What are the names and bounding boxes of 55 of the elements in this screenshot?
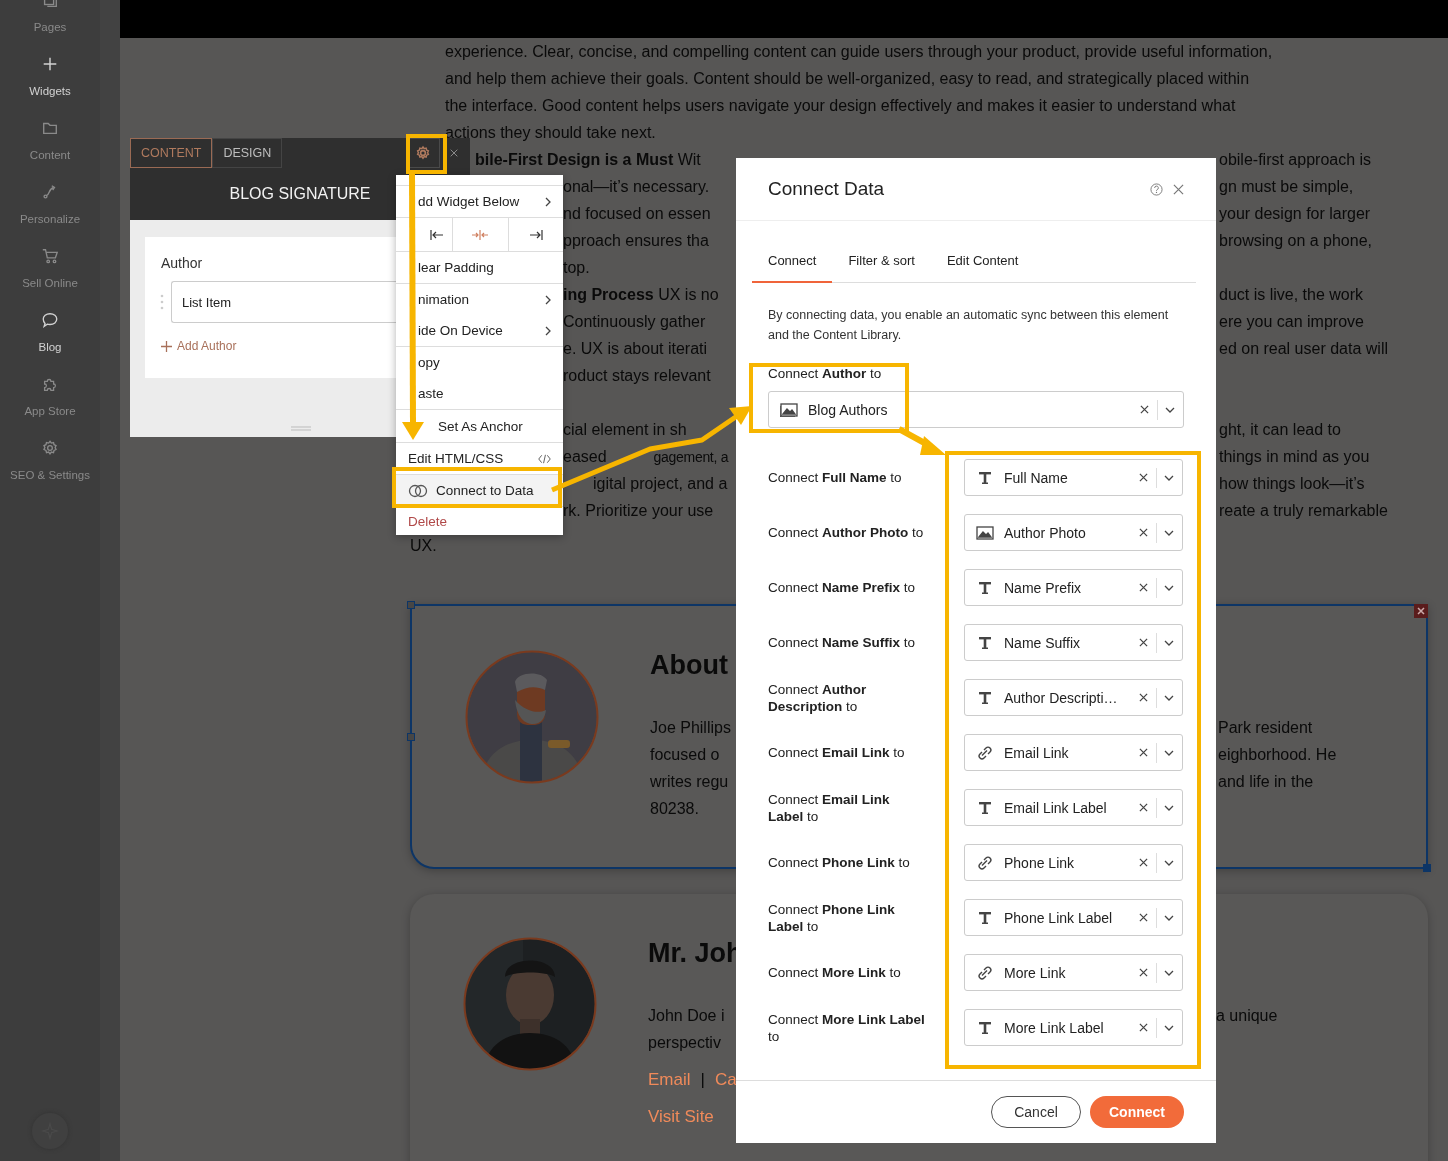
article-text: gn must be simple, [1219,178,1354,195]
article-text: reate a truly remarkable [1219,502,1388,519]
article-paragraph: experience. Clear, concise, and compelling content can guide users through your product, provide useful information, and help them achieve their goals. Content should be well-organized, easy to read, and strategically placed within the interface. Good content helps users navigate your design effectively and makes it easier to understand what actions they should take next. [445,42,1274,143]
field-label: Connect Name Prefix to [768,579,917,596]
card-text: Joe Phillips [650,718,732,738]
article-text: browsing on a phone, [1219,232,1372,249]
article-text: bile-First Design is a Must Wit [475,151,701,168]
article-text: top. [563,259,590,276]
field-label: Connect Name Suffix to [768,634,917,651]
card-text: Park resident [1217,718,1313,738]
card-text: 80238. [650,799,700,819]
field-label: Connect Author to [768,365,883,382]
field-label: Connect Phone Link to [768,854,911,871]
article-text: duct is live, the work [1219,286,1364,303]
article-text: gagement, a [653,449,729,465]
card-text: focused o [650,745,721,765]
card-text: and life in the [1217,772,1314,792]
article-text: ed on real user data will [1219,340,1388,357]
article-text: how things look—it’s [1219,475,1365,492]
field-label: Connect Author Description to [768,680,868,715]
article-text: things in mind as you [1219,448,1370,465]
field-label: Connect Email Link to [768,744,906,761]
article-text: roduct stays relevant [563,367,711,384]
field-label: Connect Email Link Label to [768,790,891,825]
article-text: ing Process UX is no [563,286,719,303]
article-text: Continuously gather [563,313,706,330]
article-text: cial element in sh [563,421,687,438]
dialog-description: By connecting data, you enable an automatic sync between this element and the Content Library. [768,307,1170,344]
article-text: nd focused on essen [563,205,711,222]
card-text: writes regu [650,772,730,792]
card-text: John Doe i [648,1006,726,1026]
field-label: Connect Full Name to [768,469,903,486]
card-text: a unique [1215,1006,1278,1026]
article-text: onal—it’s necessary. [563,178,710,195]
separator: | [700,1069,705,1091]
article-text: eased [563,448,607,465]
article-text: your design for larger [1219,205,1371,222]
field-label: Connect More Link to [768,964,902,981]
dialog-title: Connect Data [768,178,886,200]
panel-title: BLOG SIGNATURE [229,185,371,203]
article-text: igital project, and a [593,475,728,492]
field-label: Connect Author Photo to [768,524,925,541]
field-label: Connect More Link Label to [768,1010,926,1045]
article-text: ere you can improve [1219,313,1364,330]
article-text: obile-first approach is [1219,151,1372,168]
card-heading: About [650,649,728,682]
article-text: pproach ensures tha [563,232,709,249]
card-text: perspectiv [648,1033,722,1053]
section-label: Author [161,255,203,271]
article-text: UX. [410,537,437,554]
field-label: Connect Phone Link Label to [768,900,896,935]
card-text: eighborhood. He [1217,745,1337,765]
article-text: rk. Prioritize your use [563,502,714,519]
article-text: ght, it can lead to [1219,421,1341,438]
article-text: e. UX is about iterati [563,340,708,357]
